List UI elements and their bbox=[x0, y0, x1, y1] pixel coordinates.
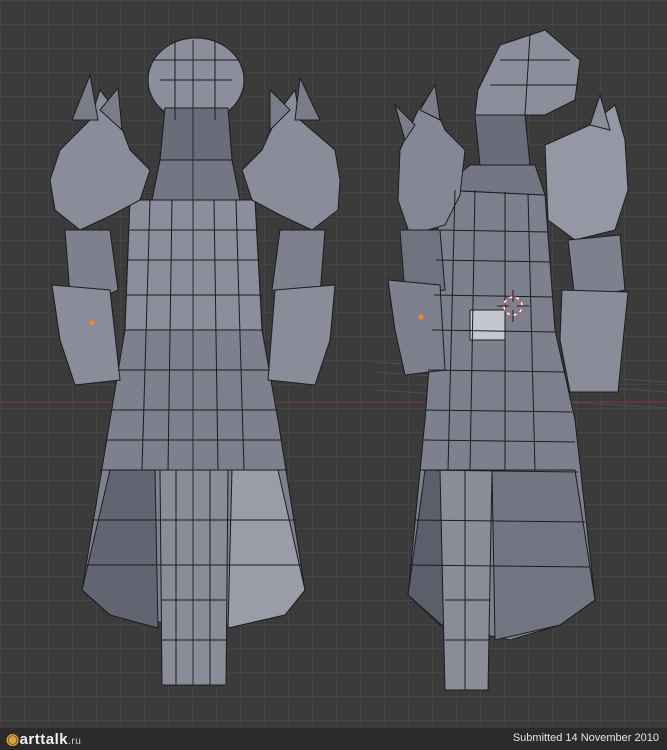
side-view-model[interactable] bbox=[387, 29, 629, 691]
selected-vertex-front bbox=[89, 320, 95, 326]
viewport-scene bbox=[0, 29, 667, 691]
robe-tail-side bbox=[439, 469, 493, 691]
left-gauntlet-side bbox=[387, 279, 446, 376]
right-pauldron-front bbox=[241, 88, 341, 231]
left-gauntlet-front bbox=[51, 284, 121, 386]
arttalk-logo: ◉arttalk.ru bbox=[6, 730, 81, 748]
logo-mark-icon: ◉ bbox=[6, 731, 20, 748]
right-gauntlet-side bbox=[559, 289, 629, 393]
front-view-model[interactable] bbox=[49, 37, 341, 686]
footer-bar: ◉arttalk.ru Submitted 14 November 2010 bbox=[0, 728, 667, 750]
right-pauldron-side bbox=[544, 104, 629, 241]
logo-brand: arttalk bbox=[19, 731, 69, 748]
right-gauntlet-front bbox=[267, 284, 336, 386]
robe-tail-front bbox=[159, 469, 229, 686]
selected-vertex-side bbox=[418, 314, 424, 320]
submitted-date: Submitted 14 November 2010 bbox=[512, 732, 659, 744]
3d-viewport[interactable] bbox=[0, 0, 667, 728]
logo-suffix: .ru bbox=[68, 736, 82, 747]
